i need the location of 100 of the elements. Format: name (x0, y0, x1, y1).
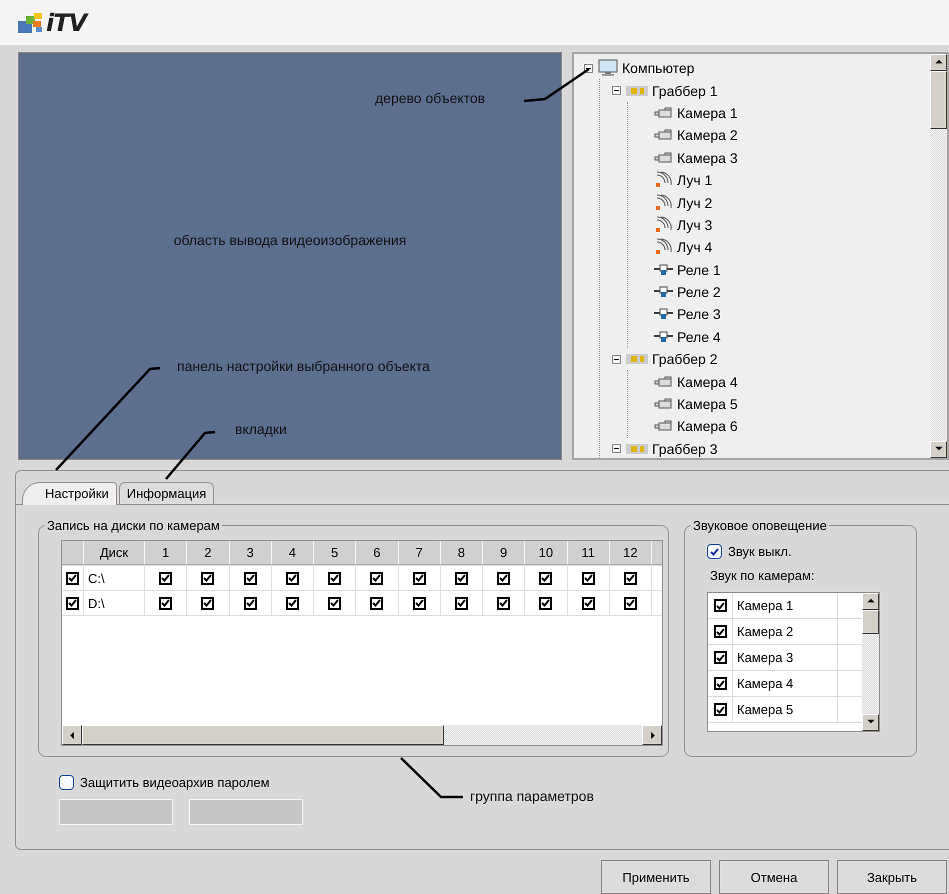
scroll-down-button[interactable] (930, 441, 947, 458)
checkbox[interactable] (286, 596, 299, 610)
tree-item[interactable]: Компьютер (622, 60, 694, 76)
dialog-button[interactable]: Закрыть (837, 860, 947, 894)
dialog-button[interactable]: Отмена (719, 860, 829, 894)
checkbox[interactable] (59, 775, 74, 790)
checkbox[interactable] (454, 596, 468, 610)
checkbox[interactable] (714, 677, 726, 690)
tree-item[interactable]: Луч 4 (677, 239, 712, 256)
checkbox[interactable] (159, 596, 172, 610)
tree-item[interactable]: Реле 3 (677, 306, 721, 322)
tree-item[interactable]: Луч 2 (677, 194, 712, 211)
list-item[interactable]: Камера 5 (733, 697, 838, 722)
checkbox[interactable] (539, 596, 552, 610)
checkbox[interactable] (244, 596, 257, 610)
checkbox[interactable] (624, 572, 637, 584)
checkbox[interactable] (497, 596, 510, 610)
scroll-up-button[interactable] (862, 593, 879, 610)
tree-item[interactable]: Луч 1 (677, 172, 712, 188)
checkbox[interactable] (714, 651, 726, 664)
column-header: Диск (84, 541, 145, 565)
camera-icon (654, 420, 673, 432)
tree-item[interactable]: Граббер 2 (652, 351, 718, 368)
checkmark-icon (456, 599, 466, 607)
checkmark-icon (716, 706, 724, 714)
group-title: Запись на диски по камерам (45, 518, 222, 533)
checkbox[interactable] (707, 544, 722, 559)
checkbox[interactable] (159, 572, 172, 584)
checkmark-icon (203, 599, 212, 607)
checkbox[interactable] (412, 572, 426, 584)
relay-icon (654, 264, 673, 276)
scroll-up-button[interactable] (930, 54, 947, 71)
checkbox[interactable] (714, 599, 726, 612)
list-item[interactable]: Камера 1 (733, 593, 838, 618)
checkmark-icon (414, 599, 424, 607)
relay-icon (654, 330, 673, 343)
tree-item[interactable]: Камера 1 (677, 104, 738, 121)
checkmark-icon (584, 599, 593, 607)
checkbox[interactable] (412, 596, 426, 610)
signal-icon (654, 238, 673, 256)
checkbox[interactable] (201, 596, 214, 610)
checkbox[interactable] (244, 572, 257, 584)
scroll-thumb[interactable] (930, 71, 947, 129)
checkmark-icon (499, 574, 508, 582)
checkbox[interactable] (624, 596, 637, 610)
logo-text: iTV (46, 8, 86, 36)
column-header: 4 (272, 541, 314, 565)
scroll-left-button[interactable] (62, 725, 82, 745)
checkbox[interactable] (66, 596, 79, 610)
tab[interactable]: Настройки (22, 482, 117, 505)
collapse-icon[interactable] (612, 86, 620, 96)
checkbox[interactable] (66, 572, 79, 584)
scroll-down-button[interactable] (862, 714, 879, 731)
checkbox[interactable] (714, 703, 726, 716)
column-header: 11 (568, 541, 610, 565)
tree-item[interactable]: Граббер 3 (652, 440, 718, 457)
tree-item[interactable]: Камера 2 (677, 127, 738, 144)
checkbox[interactable] (582, 572, 595, 584)
collapse-icon[interactable] (612, 354, 620, 364)
list-item[interactable]: Камера 4 (733, 671, 838, 696)
tree-item[interactable]: Реле 1 (677, 262, 721, 278)
list-item[interactable]: Камера 2 (733, 619, 838, 644)
checkmark-icon (456, 574, 466, 582)
checkbox[interactable] (497, 572, 510, 584)
checkbox[interactable] (286, 572, 299, 584)
horizontal-scrollbar[interactable] (62, 725, 662, 745)
board-icon (626, 442, 648, 455)
board-icon (626, 353, 648, 366)
scroll-thumb[interactable] (862, 610, 879, 634)
vertical-scrollbar[interactable] (930, 54, 947, 458)
tree-item[interactable]: Луч 3 (677, 216, 712, 233)
tree-item[interactable]: Камера 5 (677, 396, 738, 412)
annotation-label: вкладки (235, 421, 287, 437)
vertical-scrollbar[interactable] (862, 593, 879, 731)
scroll-right-button[interactable] (642, 725, 662, 745)
checkbox[interactable] (582, 596, 595, 610)
tree-item[interactable]: Реле 2 (677, 284, 721, 300)
camera-icon (654, 398, 673, 410)
tree-item[interactable]: Камера 6 (677, 418, 738, 434)
tree-item[interactable]: Реле 4 (677, 328, 721, 345)
checkbox[interactable] (328, 572, 342, 584)
checkbox[interactable] (714, 625, 726, 638)
checkbox[interactable] (539, 572, 552, 584)
checkbox[interactable] (201, 572, 214, 584)
column-header: 6 (356, 541, 398, 565)
tree-item[interactable]: Камера 3 (677, 150, 738, 166)
list-item[interactable]: Камера 3 (733, 645, 838, 670)
board-icon (626, 84, 648, 97)
collapse-icon[interactable] (612, 444, 620, 454)
checkbox[interactable] (328, 596, 342, 610)
scroll-thumb[interactable] (82, 725, 444, 745)
checkmark-icon (716, 680, 724, 688)
tab[interactable]: Информация (118, 482, 214, 504)
table-cell: D:\ (84, 591, 145, 615)
tree-item[interactable]: Граббер 1 (652, 82, 718, 99)
checkbox[interactable] (370, 596, 384, 610)
checkbox[interactable] (454, 572, 468, 584)
tree-item[interactable]: Камера 4 (677, 374, 738, 390)
dialog-button[interactable]: Применить (601, 860, 711, 894)
checkbox[interactable] (370, 572, 384, 584)
